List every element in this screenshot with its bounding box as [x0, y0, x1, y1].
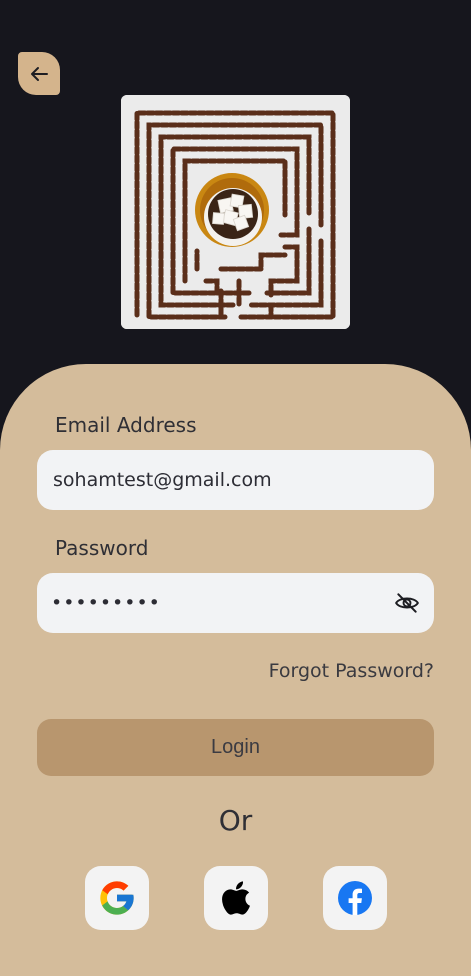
google-icon — [100, 881, 134, 915]
apple-icon — [222, 881, 250, 915]
password-value: ••••••••• — [51, 592, 161, 614]
back-button[interactable] — [18, 52, 60, 95]
facebook-icon — [338, 881, 372, 915]
email-label: Email Address — [55, 413, 197, 437]
or-divider: Or — [218, 804, 253, 837]
google-login-button[interactable] — [85, 866, 149, 930]
hero-image — [121, 95, 350, 329]
email-field-container — [37, 450, 434, 510]
arrow-left-icon — [31, 66, 48, 81]
login-button[interactable]: Login — [37, 719, 434, 776]
password-label: Password — [55, 536, 149, 560]
eye-off-icon[interactable] — [394, 590, 420, 616]
forgot-password-link[interactable]: Forgot Password? — [269, 660, 434, 682]
email-field[interactable] — [51, 468, 420, 492]
facebook-login-button[interactable] — [323, 866, 387, 930]
password-field[interactable]: ••••••••• — [37, 573, 434, 633]
apple-login-button[interactable] — [204, 866, 268, 930]
